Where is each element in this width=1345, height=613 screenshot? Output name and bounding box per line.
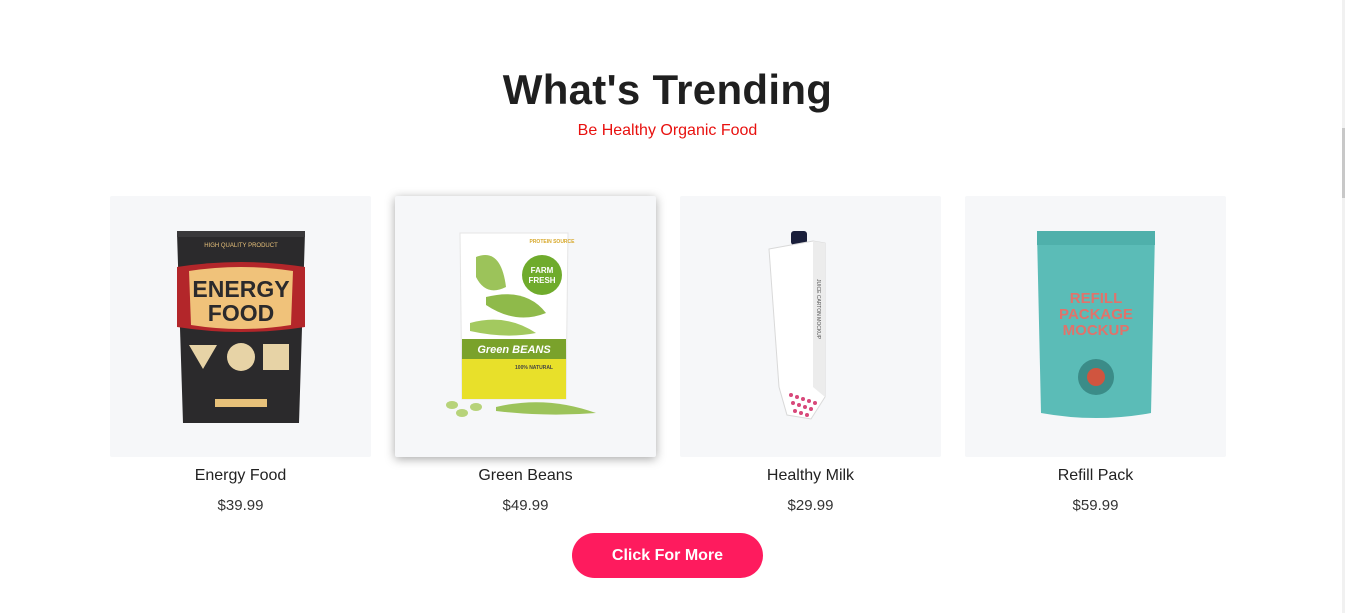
svg-text:Green BEANS: Green BEANS xyxy=(477,344,551,356)
svg-text:PACKAGE: PACKAGE xyxy=(1059,306,1133,323)
trending-page: What's Trending Be Healthy Organic Food … xyxy=(0,0,1345,613)
click-for-more-button[interactable]: Click For More xyxy=(572,533,763,578)
product-name[interactable]: Refill Pack xyxy=(965,467,1226,487)
product-name[interactable]: Energy Food xyxy=(110,467,371,487)
milk-carton-icon: JUICE CARTON MOCKUP xyxy=(767,230,825,420)
svg-text:PROTEIN SOURCE: PROTEIN SOURCE xyxy=(529,239,575,245)
product-image[interactable]: FARM FRESH Green BEANS 100% NATURAL PROT… xyxy=(395,196,656,457)
green-beans-pouch-icon: FARM FRESH Green BEANS 100% NATURAL PROT… xyxy=(445,232,596,417)
product-price: $59.99 xyxy=(1072,497,1119,514)
refill-pouch-icon: REFILL PACKAGE MOCKUP xyxy=(1036,230,1155,418)
svg-text:HIGH QUALITY PRODUCT: HIGH QUALITY PRODUCT xyxy=(204,243,278,249)
svg-text:FARM: FARM xyxy=(530,266,553,275)
energy-food-pack-icon: HIGH QUALITY PRODUCT ENERGY FOOD xyxy=(176,230,305,423)
product-image[interactable]: HIGH QUALITY PRODUCT ENERGY FOOD xyxy=(110,196,371,457)
product-price: $39.99 xyxy=(217,497,264,514)
product-price: $49.99 xyxy=(502,497,549,514)
product-card-green-beans[interactable]: FARM FRESH Green BEANS 100% NATURAL PROT… xyxy=(395,196,656,514)
svg-text:REFILL: REFILL xyxy=(1069,290,1122,307)
svg-text:FRESH: FRESH xyxy=(528,276,555,285)
product-price: $29.99 xyxy=(787,497,834,514)
product-card-energy-food[interactable]: HIGH QUALITY PRODUCT ENERGY FOOD Energy … xyxy=(110,196,371,514)
product-card-refill-pack[interactable]: REFILL PACKAGE MOCKUP Refill Pack $59.99 xyxy=(965,196,1226,514)
product-card-healthy-milk[interactable]: JUICE CARTON MOCKUP Healthy Milk $29.99 xyxy=(680,196,941,514)
product-image[interactable]: JUICE CARTON MOCKUP xyxy=(680,196,941,457)
product-name[interactable]: Healthy Milk xyxy=(680,467,941,487)
section-subtitle: Be Healthy Organic Food xyxy=(577,122,758,139)
svg-text:FOOD: FOOD xyxy=(207,300,273,326)
svg-text:100% NATURAL: 100% NATURAL xyxy=(515,365,553,371)
product-image[interactable]: REFILL PACKAGE MOCKUP xyxy=(965,196,1226,457)
svg-text:ENERGY: ENERGY xyxy=(192,276,289,302)
svg-text:JUICE CARTON MOCKUP: JUICE CARTON MOCKUP xyxy=(815,279,821,340)
product-name[interactable]: Green Beans xyxy=(395,467,656,487)
section-title: What's Trending xyxy=(502,66,833,113)
svg-text:MOCKUP: MOCKUP xyxy=(1062,322,1129,339)
